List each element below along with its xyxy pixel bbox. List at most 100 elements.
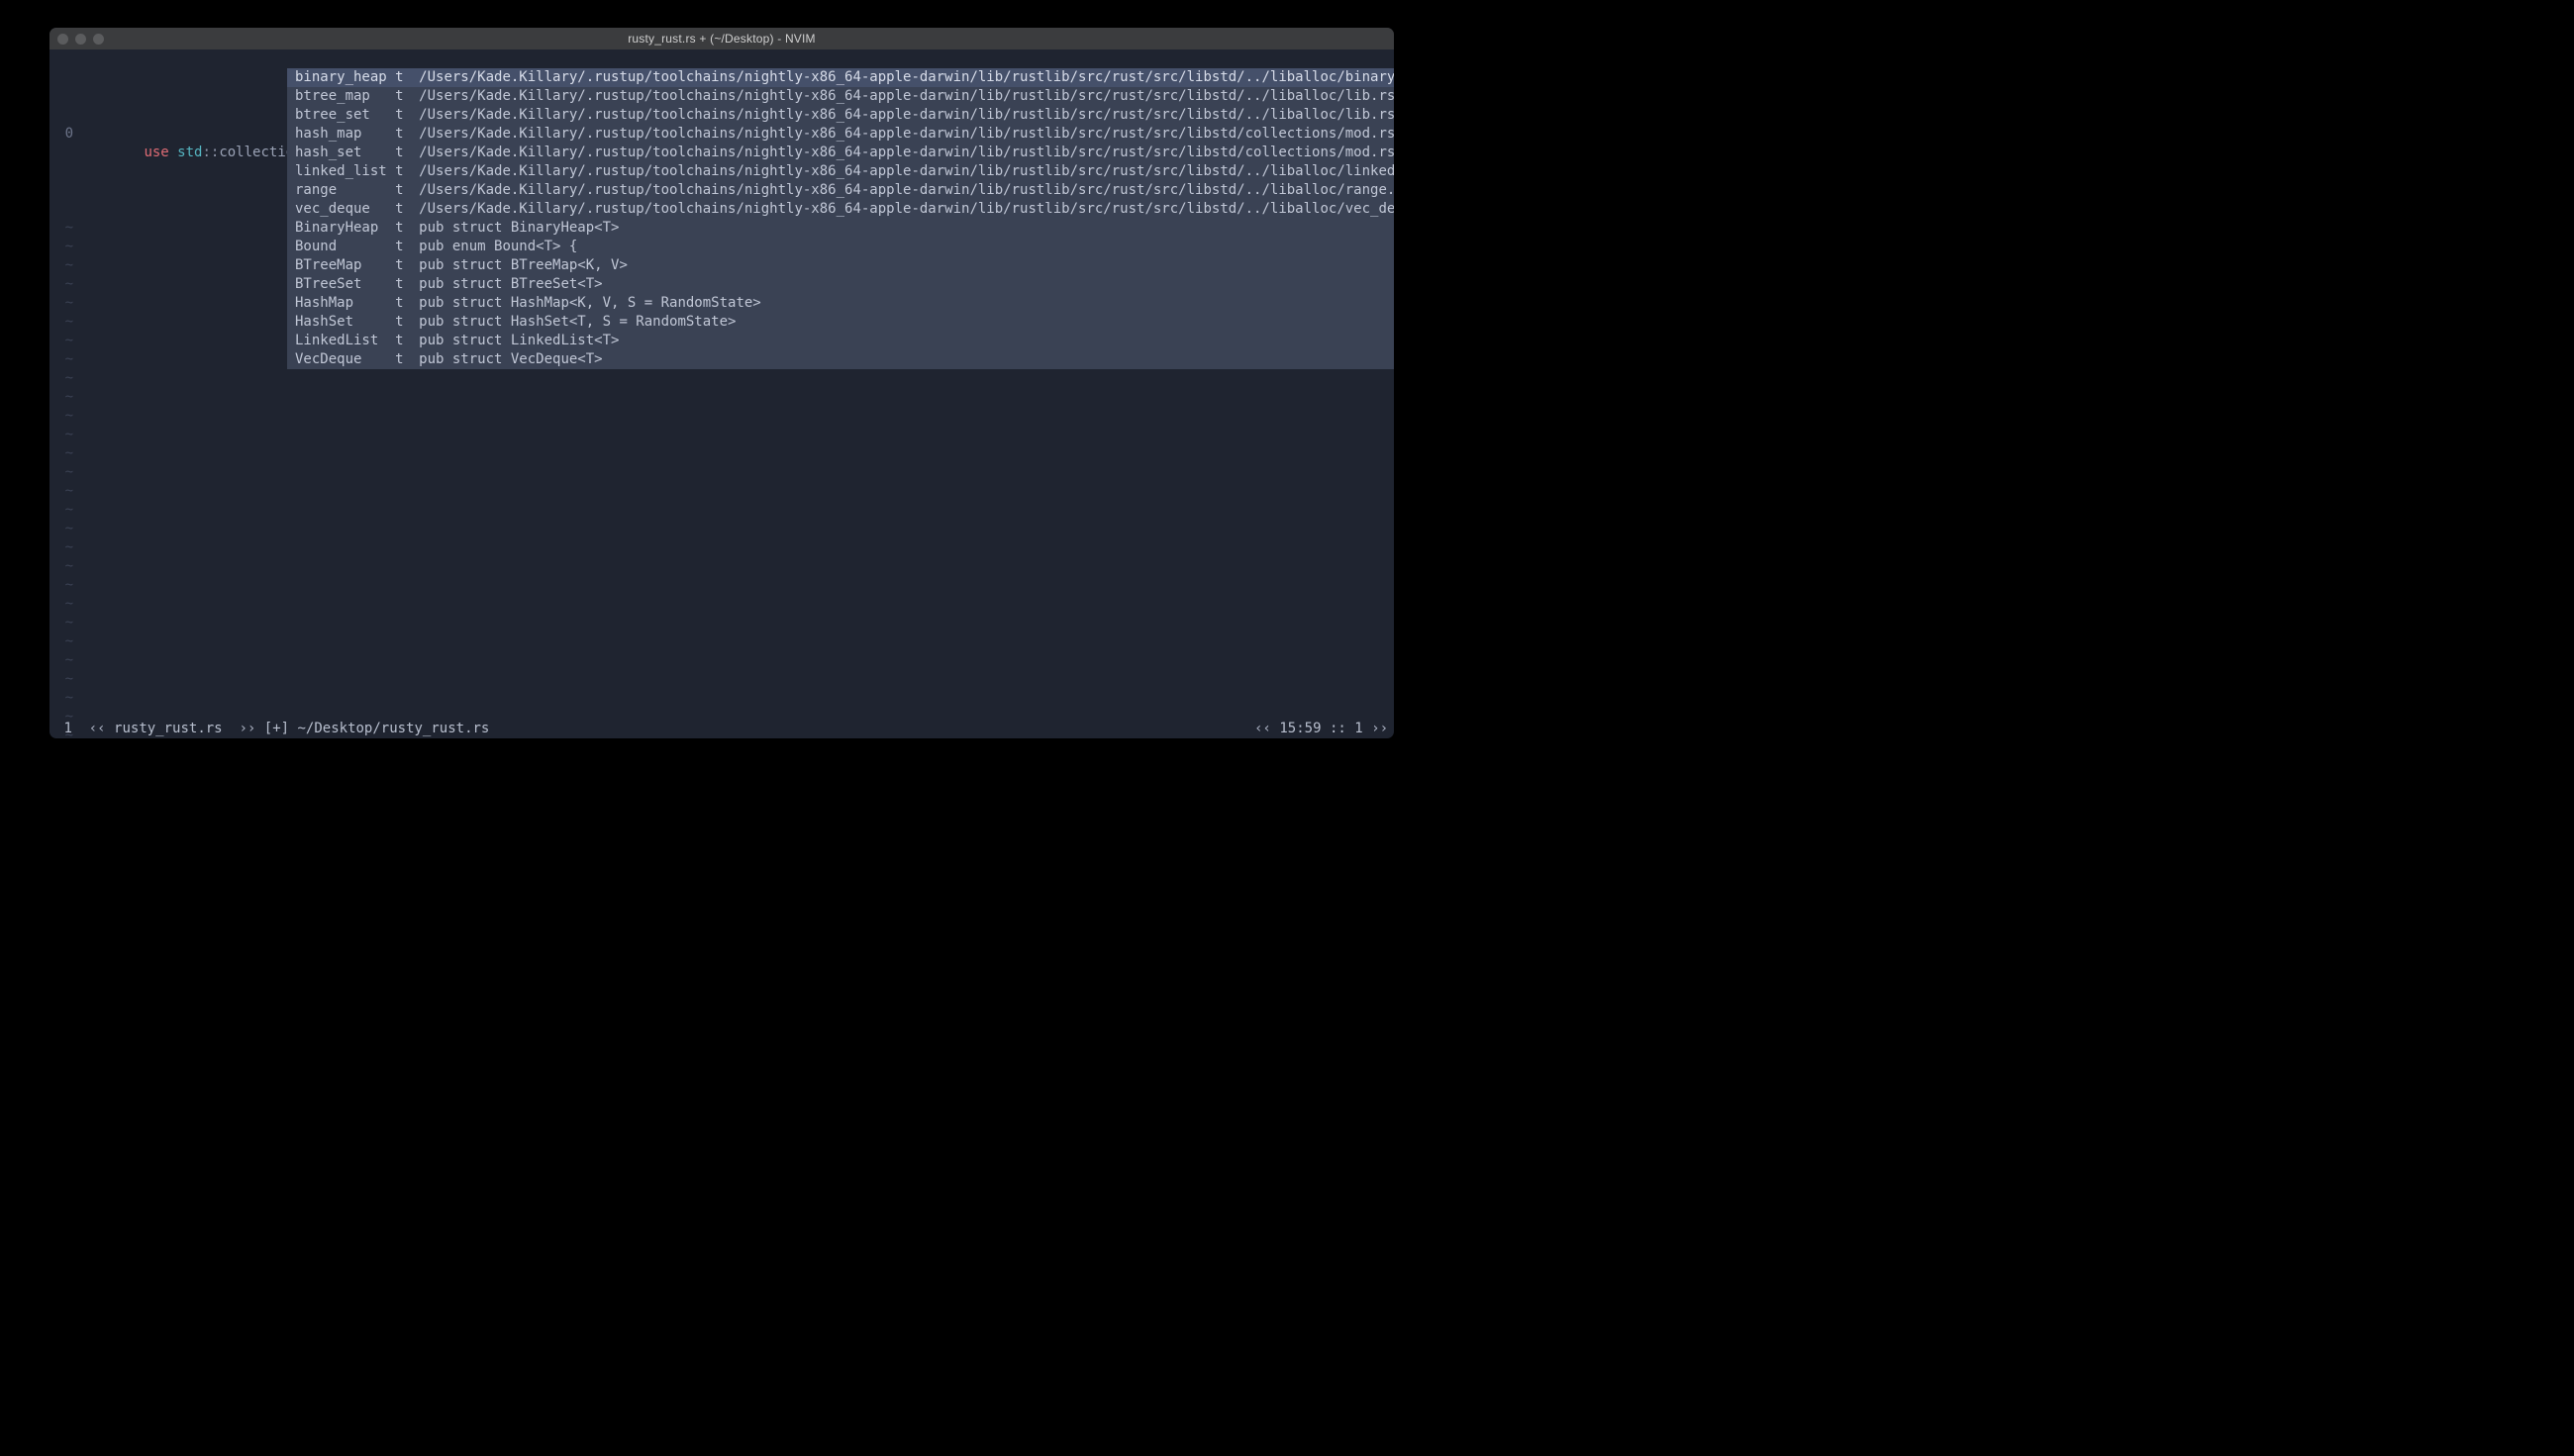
tilde-icon: ~ — [50, 576, 77, 595]
completion-item[interactable]: VecDeque t pub struct VecDeque<T> — [287, 350, 1394, 369]
completion-detail: pub struct HashSet<T, S = RandomState> — [419, 313, 736, 332]
completion-item[interactable]: btree_set t /Users/Kade.Killary/.rustup/… — [287, 106, 1394, 125]
completion-detail: pub struct BTreeSet<T> — [419, 275, 602, 294]
completion-item[interactable]: HashMap t pub struct HashMap<K, V, S = R… — [287, 294, 1394, 313]
completion-name: VecDeque — [295, 350, 395, 369]
completion-detail: /Users/Kade.Killary/.rustup/toolchains/n… — [419, 125, 1394, 144]
completion-kind: t — [395, 256, 419, 275]
completion-kind: t — [395, 87, 419, 106]
tilde-icon: ~ — [50, 388, 77, 407]
status-line: 1 ‹‹ rusty_rust.rs ›› [+] ~/Desktop/rust… — [50, 701, 1394, 720]
completion-item[interactable]: LinkedList t pub struct LinkedList<T> — [287, 332, 1394, 350]
tilde-icon: ~ — [50, 482, 77, 501]
completion-item[interactable]: binary_heap t /Users/Kade.Killary/.rustu… — [287, 68, 1394, 87]
completion-name: vec_deque — [295, 200, 395, 219]
completion-name: range — [295, 181, 395, 200]
completion-detail: /Users/Kade.Killary/.rustup/toolchains/n… — [419, 181, 1394, 200]
empty-line: ~ — [50, 501, 1394, 520]
completion-kind: t — [395, 181, 419, 200]
completion-detail: pub struct LinkedList<T> — [419, 332, 619, 350]
tilde-icon: ~ — [50, 557, 77, 576]
completion-name: BinaryHeap — [295, 219, 395, 238]
completion-detail: pub struct HashMap<K, V, S = RandomState… — [419, 294, 761, 313]
tilde-icon: ~ — [50, 219, 77, 238]
completion-kind: t — [395, 332, 419, 350]
tilde-icon: ~ — [50, 350, 77, 369]
tilde-icon: ~ — [50, 520, 77, 538]
app-window: rusty_rust.rs + (~/Desktop) - NVIM 0 use… — [50, 28, 1394, 738]
completion-kind: t — [395, 200, 419, 219]
tilde-icon: ~ — [50, 332, 77, 350]
completion-item[interactable]: BinaryHeap t pub struct BinaryHeap<T> — [287, 219, 1394, 238]
empty-line: ~ — [50, 520, 1394, 538]
completion-detail: /Users/Kade.Killary/.rustup/toolchains/n… — [419, 87, 1394, 106]
completion-item[interactable]: vec_deque t /Users/Kade.Killary/.rustup/… — [287, 200, 1394, 219]
status-right: ‹‹ 15:59 :: 1 ›› — [1254, 701, 1388, 720]
completion-kind: t — [395, 125, 419, 144]
titlebar: rusty_rust.rs + (~/Desktop) - NVIM — [50, 28, 1394, 49]
empty-line: ~ — [50, 426, 1394, 444]
empty-line: ~ — [50, 651, 1394, 670]
completion-kind: t — [395, 144, 419, 162]
tilde-icon: ~ — [50, 463, 77, 482]
completion-item[interactable]: BTreeMap t pub struct BTreeMap<K, V> — [287, 256, 1394, 275]
completion-name: Bound — [295, 238, 395, 256]
mode-line: -- INSERT -- — [50, 720, 1394, 738]
tilde-icon: ~ — [50, 538, 77, 557]
completion-name: binary_heap — [295, 68, 395, 87]
empty-line: ~ — [50, 595, 1394, 614]
editor-pane[interactable]: 0 use std::collections:: ~~~~~~~~~~~~~~~… — [50, 49, 1394, 738]
completion-name: hash_set — [295, 144, 395, 162]
completion-detail: /Users/Kade.Killary/.rustup/toolchains/n… — [419, 144, 1394, 162]
tilde-icon: ~ — [50, 614, 77, 632]
tilde-icon: ~ — [50, 632, 77, 651]
completion-popup[interactable]: binary_heap t /Users/Kade.Killary/.rustu… — [287, 68, 1394, 369]
completion-detail: /Users/Kade.Killary/.rustup/toolchains/n… — [419, 162, 1394, 181]
completion-detail: /Users/Kade.Killary/.rustup/toolchains/n… — [419, 68, 1394, 87]
window-title: rusty_rust.rs + (~/Desktop) - NVIM — [50, 32, 1394, 46]
tilde-icon: ~ — [50, 238, 77, 256]
keyword-use: use — [144, 145, 168, 160]
completion-detail: /Users/Kade.Killary/.rustup/toolchains/n… — [419, 200, 1394, 219]
module-std: std — [177, 145, 202, 160]
empty-line: ~ — [50, 670, 1394, 689]
completion-kind: t — [395, 294, 419, 313]
tilde-icon: ~ — [50, 407, 77, 426]
tilde-icon: ~ — [50, 369, 77, 388]
completion-item[interactable]: linked_list t /Users/Kade.Killary/.rustu… — [287, 162, 1394, 181]
completion-item[interactable]: hash_set t /Users/Kade.Killary/.rustup/t… — [287, 144, 1394, 162]
completion-name: HashSet — [295, 313, 395, 332]
tilde-icon: ~ — [50, 651, 77, 670]
completion-kind: t — [395, 350, 419, 369]
completion-detail: pub struct BTreeMap<K, V> — [419, 256, 628, 275]
completion-item[interactable]: range t /Users/Kade.Killary/.rustup/tool… — [287, 181, 1394, 200]
gutter-number: 0 — [50, 125, 77, 144]
completion-detail: pub struct VecDeque<T> — [419, 350, 602, 369]
completion-name: btree_map — [295, 87, 395, 106]
completion-kind: t — [395, 162, 419, 181]
completion-name: BTreeMap — [295, 256, 395, 275]
tilde-icon: ~ — [50, 501, 77, 520]
completion-name: BTreeSet — [295, 275, 395, 294]
completion-item[interactable]: HashSet t pub struct HashSet<T, S = Rand… — [287, 313, 1394, 332]
empty-line: ~ — [50, 444, 1394, 463]
completion-item[interactable]: hash_map t /Users/Kade.Killary/.rustup/t… — [287, 125, 1394, 144]
status-left: 1 ‹‹ rusty_rust.rs ›› [+] ~/Desktop/rust… — [55, 701, 489, 720]
empty-line: ~ — [50, 463, 1394, 482]
tilde-icon: ~ — [50, 313, 77, 332]
completion-name: linked_list — [295, 162, 395, 181]
completion-kind: t — [395, 68, 419, 87]
completion-item[interactable]: btree_map t /Users/Kade.Killary/.rustup/… — [287, 87, 1394, 106]
empty-line: ~ — [50, 576, 1394, 595]
completion-detail: /Users/Kade.Killary/.rustup/toolchains/n… — [419, 106, 1394, 125]
completion-kind: t — [395, 106, 419, 125]
tilde-icon: ~ — [50, 595, 77, 614]
completion-item[interactable]: BTreeSet t pub struct BTreeSet<T> — [287, 275, 1394, 294]
completion-detail: pub struct BinaryHeap<T> — [419, 219, 619, 238]
tilde-icon: ~ — [50, 256, 77, 275]
completion-item[interactable]: Bound t pub enum Bound<T> { — [287, 238, 1394, 256]
completion-name: btree_set — [295, 106, 395, 125]
tilde-icon: ~ — [50, 426, 77, 444]
completion-name: HashMap — [295, 294, 395, 313]
completion-name: hash_map — [295, 125, 395, 144]
